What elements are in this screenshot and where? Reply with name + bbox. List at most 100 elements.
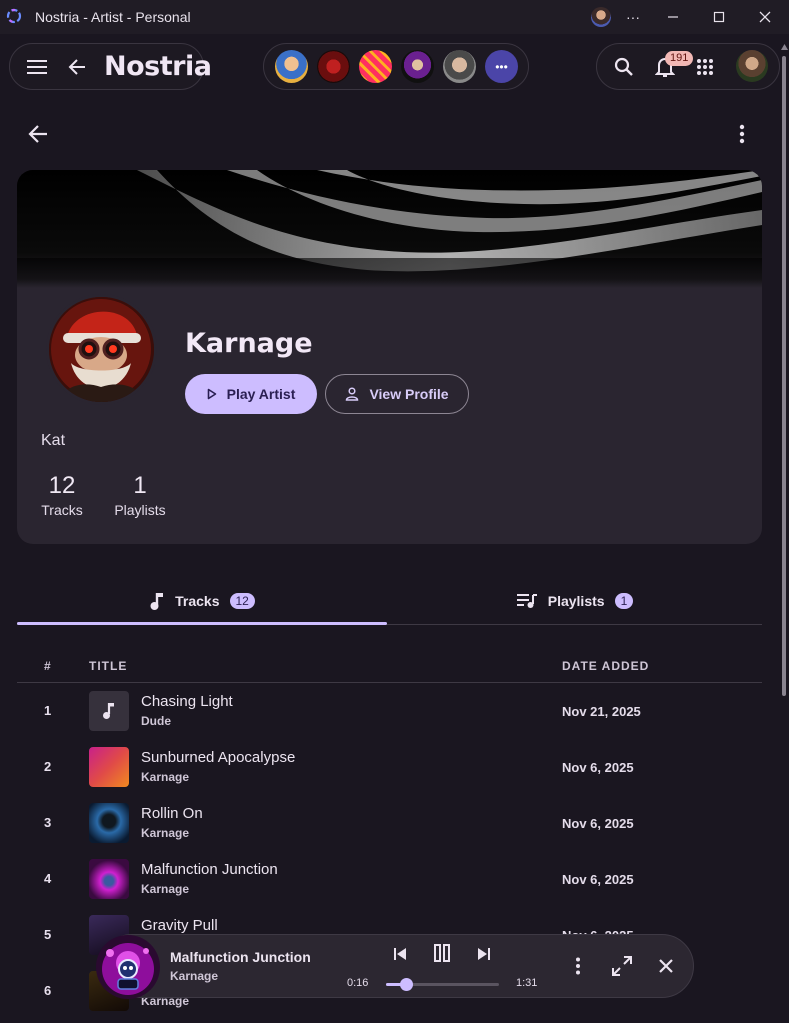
player-cover-image (96, 935, 160, 999)
previous-track-button[interactable] (388, 942, 412, 966)
account-avatar-5[interactable] (443, 50, 476, 83)
active-tab-indicator (17, 622, 387, 625)
skip-previous-icon (394, 948, 406, 960)
player-cover-art[interactable] (96, 935, 160, 999)
window-titlebar: Nostria - Artist - Personal ··· (0, 0, 789, 34)
player-progress-handle[interactable] (399, 978, 413, 991)
playlists-tab-badge: 1 (614, 593, 634, 609)
search-button[interactable] (610, 53, 638, 81)
artist-avatar-image (49, 297, 154, 402)
minimize-button[interactable] (650, 0, 696, 34)
track-title: Malfunction Junction (141, 861, 278, 878)
minimize-icon (668, 16, 678, 18)
account-avatar-3[interactable] (359, 50, 392, 83)
apps-grid-icon (697, 59, 713, 75)
table-row[interactable]: 3 Rollin On Karnage Nov 6, 2025 (17, 795, 762, 851)
tab-playlists[interactable]: Playlists 1 (387, 580, 762, 622)
app-logo-icon (6, 8, 22, 24)
person-icon (346, 387, 359, 401)
playlists-count-label: Playlists (114, 502, 166, 518)
table-row[interactable]: 2 Sunburned Apocalypse Karnage Nov 6, 20… (17, 739, 762, 795)
menu-icon (27, 60, 47, 74)
table-row[interactable]: 4 Malfunction Junction Karnage Nov 6, 20… (17, 851, 762, 907)
track-title: Chasing Light (141, 693, 233, 710)
track-cover (89, 747, 129, 787)
track-number: 2 (44, 759, 52, 774)
back-button[interactable] (64, 54, 90, 80)
track-cover (89, 691, 129, 731)
track-cover (89, 859, 129, 899)
user-profile-avatar[interactable] (736, 50, 768, 82)
play-icon (207, 388, 216, 400)
track-title: Gravity Pull (141, 917, 218, 934)
track-artist[interactable]: Karnage (141, 770, 189, 784)
window-profile-avatar[interactable] (591, 7, 611, 27)
player-current-time: 0:16 (347, 977, 369, 989)
track-title: Rollin On (141, 805, 203, 822)
track-artist[interactable]: Karnage (141, 826, 189, 840)
pause-icon (434, 944, 450, 962)
more-accounts-button[interactable]: ••• (485, 50, 518, 83)
account-avatar-1[interactable] (275, 50, 308, 83)
maximize-button[interactable] (696, 0, 742, 34)
scrollbar-thumb[interactable] (782, 56, 786, 696)
brand-logo-text[interactable]: Nostria (104, 51, 212, 82)
menu-button[interactable] (24, 54, 50, 80)
player-duration: 1:31 (516, 977, 538, 989)
track-number: 5 (44, 927, 52, 942)
view-profile-button[interactable]: View Profile (325, 374, 469, 414)
pause-button[interactable] (429, 940, 455, 966)
track-cover (89, 803, 129, 843)
track-number: 6 (44, 983, 52, 998)
page-back-button[interactable] (25, 121, 51, 147)
artist-name: Karnage (185, 328, 313, 359)
artist-banner (17, 170, 762, 288)
track-artist[interactable]: Dude (141, 714, 171, 728)
column-header-title[interactable]: TITLE (89, 659, 127, 673)
close-icon (759, 11, 771, 23)
account-avatar-2[interactable] (317, 50, 350, 83)
artist-nickname: Kat (41, 432, 66, 449)
window-title: Nostria - Artist - Personal (35, 9, 191, 25)
tracks-count: 12 (48, 472, 76, 499)
track-number: 3 (44, 815, 52, 830)
track-artist[interactable]: Karnage (141, 882, 189, 896)
close-window-button[interactable] (742, 0, 788, 34)
next-track-button[interactable] (472, 942, 496, 966)
tab-tracks[interactable]: Tracks 12 (17, 580, 387, 622)
track-number: 1 (44, 703, 52, 718)
music-note-icon (150, 593, 164, 610)
arrow-back-icon (68, 59, 85, 75)
tracks-tab-badge: 12 (229, 593, 255, 609)
account-avatar-4[interactable] (401, 50, 434, 83)
track-date-added: Nov 6, 2025 (562, 760, 634, 775)
column-header-number: # (44, 659, 52, 673)
track-date-added: Nov 6, 2025 (562, 872, 634, 887)
more-vert-icon (576, 957, 580, 975)
artist-avatar (46, 294, 157, 405)
player-track-title: Malfunction Junction (170, 949, 311, 965)
play-artist-button[interactable]: Play Artist (185, 374, 317, 414)
player-track-artist[interactable]: Karnage (170, 969, 218, 983)
apps-button[interactable] (691, 53, 719, 81)
table-row[interactable]: 1 Chasing Light Dude Nov 21, 2025 (17, 683, 762, 739)
tracks-count-label: Tracks (41, 502, 83, 518)
expand-icon (612, 956, 632, 976)
playlist-icon (516, 594, 537, 608)
close-player-button[interactable] (654, 954, 678, 978)
expand-player-button[interactable] (609, 953, 635, 979)
maximize-icon (713, 11, 725, 23)
arrow-back-icon (28, 125, 47, 143)
page-more-button[interactable] (730, 121, 754, 147)
music-note-icon (103, 703, 114, 719)
search-icon (614, 57, 633, 76)
column-header-date-added[interactable]: DATE ADDED (562, 659, 649, 673)
track-date-added: Nov 6, 2025 (562, 816, 634, 831)
more-vert-icon (739, 124, 745, 144)
notification-badge: 191 (665, 51, 694, 66)
scroll-up-arrow-icon[interactable] (781, 44, 788, 50)
player-more-button[interactable] (566, 954, 590, 978)
close-icon (659, 959, 673, 973)
track-date-added: Nov 21, 2025 (562, 704, 641, 719)
track-title: Sunburned Apocalypse (141, 749, 296, 766)
